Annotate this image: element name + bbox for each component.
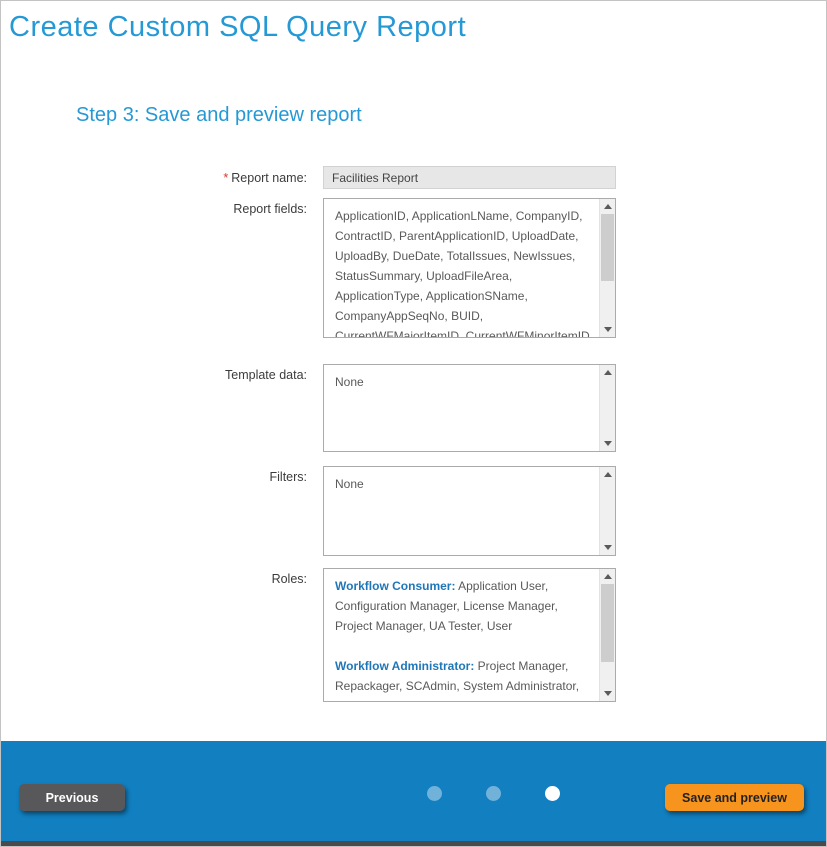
step-dot-3 [545,786,560,801]
template-data-scrollbar[interactable] [599,365,615,451]
step-heading: Step 3: Save and preview report [76,104,362,127]
step-dot-1 [427,786,442,801]
scrollbar-track[interactable] [600,214,615,322]
scroll-down-icon[interactable] [600,686,615,701]
template-data-content: None [324,365,599,451]
report-field-line: CurrentWFMajorItemID, CurrentWFMinorItem… [335,326,595,337]
scrollbar-track[interactable] [600,482,615,540]
report-fields-content: ApplicationID, ApplicationLName, Company… [324,199,599,337]
template-data-box: None [323,364,616,452]
role-name: Workflow Consumer: [335,579,455,593]
step-indicator [427,786,560,801]
scroll-down-icon[interactable] [600,540,615,555]
filters-value: None [335,474,595,494]
template-data-value: None [335,372,595,392]
scroll-up-icon[interactable] [600,467,615,482]
report-field-line: ApplicationType, ApplicationSName, [335,286,595,306]
roles-label-cell: Roles: [1,568,307,587]
required-marker: * [223,171,228,185]
roles-row: Roles: Workflow Consumer: Application Us… [1,568,632,702]
filters-scrollbar[interactable] [599,467,615,555]
scrollbar-track[interactable] [600,380,615,436]
role-entry: Workflow Consumer: Application User, Con… [335,576,595,636]
scrollbar-thumb[interactable] [601,584,614,662]
report-fields-box: ApplicationID, ApplicationLName, Company… [323,198,616,338]
page-title: Create Custom SQL Query Report [9,11,466,44]
scroll-down-icon[interactable] [600,322,615,337]
scroll-up-icon[interactable] [600,199,615,214]
filters-label-cell: Filters: [1,466,307,485]
report-name-label-cell: *Report name: [1,170,307,186]
save-and-preview-button[interactable]: Save and preview [665,784,804,811]
report-field-line: StatusSummary, UploadFileArea, [335,266,595,286]
report-name-label: Report name: [231,171,307,185]
bottom-edge-strip [1,841,826,846]
roles-box: Workflow Consumer: Application User, Con… [323,568,616,702]
template-data-row: Template data: None [1,364,632,452]
report-fields-label-cell: Report fields: [1,198,307,217]
report-field-line: ContractID, ParentApplicationID, UploadD… [335,226,595,246]
template-data-label: Template data: [225,368,307,382]
report-name-input[interactable] [323,166,616,189]
template-data-label-cell: Template data: [1,364,307,383]
report-form: *Report name: Report fields: Application… [1,166,632,702]
report-fields-row: Report fields: ApplicationID, Applicatio… [1,198,632,338]
scroll-up-icon[interactable] [600,365,615,380]
role-entry: Workflow Administrator: Project Manager,… [335,656,595,701]
report-field-line: ApplicationID, ApplicationLName, Company… [335,206,595,226]
report-name-row: *Report name: [1,166,632,189]
scrollbar-track[interactable] [600,584,615,686]
wizard-footer: Previous Save and preview [1,741,826,841]
role-name: Workflow Administrator: [335,659,474,673]
step-dot-2 [486,786,501,801]
roles-content: Workflow Consumer: Application User, Con… [324,569,599,701]
report-fields-scrollbar[interactable] [599,199,615,337]
filters-row: Filters: None [1,466,632,556]
roles-label: Roles: [272,572,307,586]
filters-label: Filters: [270,470,308,484]
previous-button[interactable]: Previous [19,784,125,811]
scrollbar-thumb[interactable] [601,214,614,281]
filters-content: None [324,467,599,555]
filters-box: None [323,466,616,556]
report-field-line: CompanyAppSeqNo, BUID, [335,306,595,326]
report-field-line: UploadBy, DueDate, TotalIssues, NewIssue… [335,246,595,266]
roles-scrollbar[interactable] [599,569,615,701]
report-fields-label: Report fields: [233,202,307,216]
page: Create Custom SQL Query Report Step 3: S… [0,0,827,847]
scroll-down-icon[interactable] [600,436,615,451]
scroll-up-icon[interactable] [600,569,615,584]
